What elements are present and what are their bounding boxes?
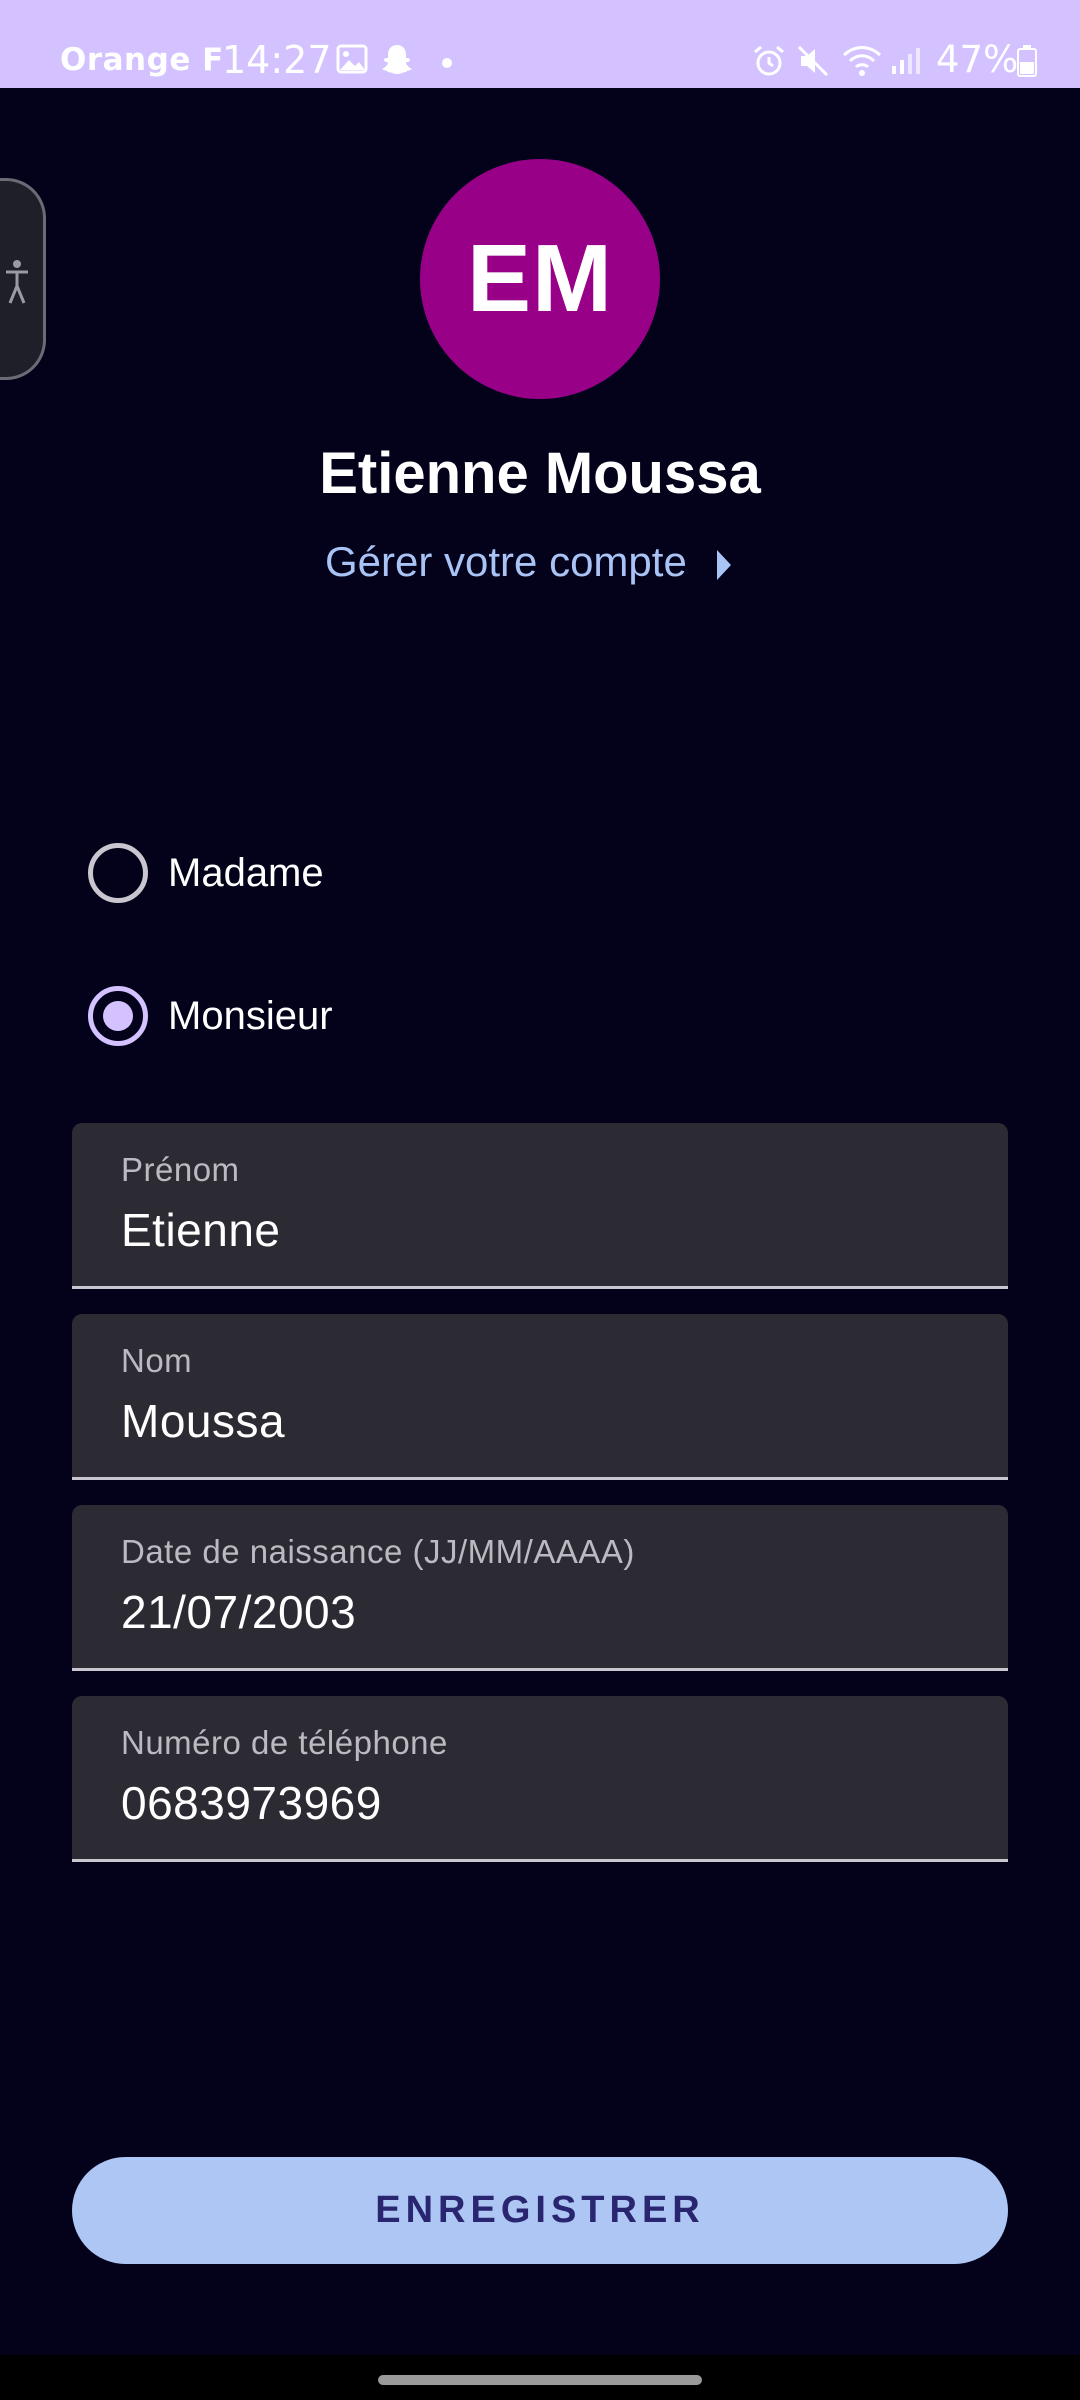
last-name-value[interactable]: Moussa bbox=[121, 1394, 285, 1448]
first-name-value[interactable]: Etienne bbox=[121, 1203, 281, 1257]
birth-date-field[interactable]: Date de naissance (JJ/MM/AAAA) 21/07/200… bbox=[72, 1505, 1008, 1671]
user-full-name: Etienne Moussa bbox=[319, 441, 761, 506]
first-name-label: Prénom bbox=[121, 1151, 240, 1188]
birth-date-value[interactable]: 21/07/2003 bbox=[121, 1585, 356, 1639]
gallery-icon bbox=[336, 44, 368, 78]
phone-number-field[interactable]: Numéro de téléphone 0683973969 bbox=[72, 1696, 1008, 1862]
radio-label-madame: Madame bbox=[168, 850, 324, 895]
radio-label-monsieur: Monsieur bbox=[168, 993, 333, 1038]
save-button[interactable]: ENREGISTRER bbox=[72, 2157, 1008, 2264]
status-bar: Orange F 14:27 47% bbox=[0, 0, 1080, 88]
radio-button-unselected[interactable] bbox=[88, 843, 148, 903]
last-name-label: Nom bbox=[121, 1342, 193, 1379]
last-name-field[interactable]: Nom Moussa bbox=[72, 1314, 1008, 1480]
mute-icon bbox=[796, 44, 830, 82]
alarm-icon bbox=[752, 44, 786, 82]
radio-option-monsieur[interactable]: Monsieur bbox=[88, 983, 333, 1049]
signal-icon bbox=[890, 46, 922, 80]
battery-icon bbox=[1016, 44, 1038, 82]
manage-account-label: Gérer votre compte bbox=[325, 538, 687, 585]
dot-icon bbox=[441, 54, 453, 73]
manage-account-link[interactable]: Gérer votre compte bbox=[325, 538, 733, 586]
radio-option-madame[interactable]: Madame bbox=[88, 840, 324, 906]
accessibility-side-tab[interactable] bbox=[0, 178, 46, 380]
chevron-right-icon bbox=[716, 550, 731, 580]
avatar: EM bbox=[420, 159, 660, 399]
phone-number-label: Numéro de téléphone bbox=[121, 1724, 448, 1761]
radio-button-selected[interactable] bbox=[88, 986, 148, 1046]
battery-percentage: 47% bbox=[936, 38, 1019, 81]
accessibility-icon bbox=[6, 260, 28, 304]
clock-time: 14:27 bbox=[222, 38, 332, 82]
phone-number-value[interactable]: 0683973969 bbox=[121, 1776, 382, 1830]
home-indicator[interactable] bbox=[378, 2375, 702, 2385]
birth-date-label: Date de naissance (JJ/MM/AAAA) bbox=[121, 1533, 635, 1570]
carrier-name: Orange F bbox=[60, 42, 224, 78]
wifi-icon bbox=[842, 44, 882, 82]
first-name-field[interactable]: Prénom Etienne bbox=[72, 1123, 1008, 1289]
snapchat-icon bbox=[380, 42, 414, 80]
